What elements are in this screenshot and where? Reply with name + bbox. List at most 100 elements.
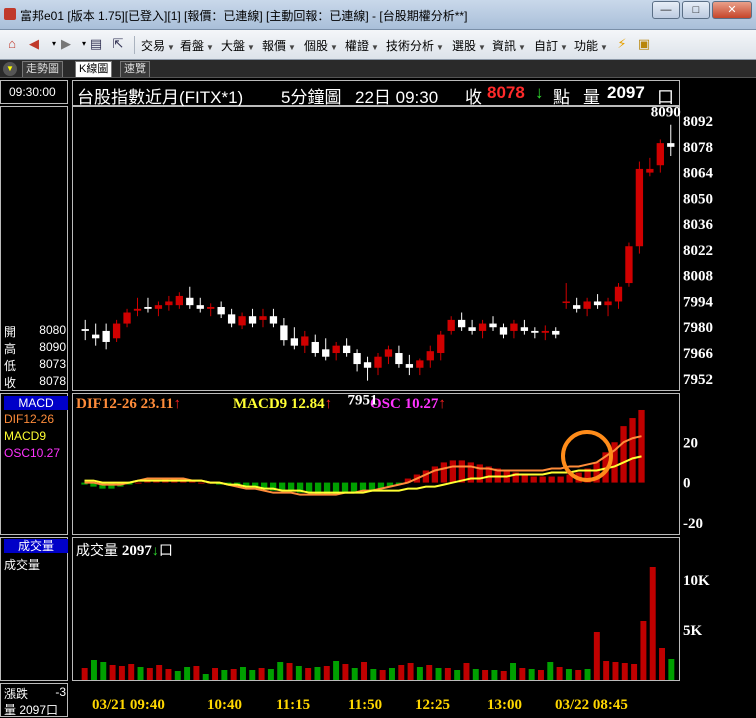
volume-bar (221, 670, 228, 680)
volume-bar (565, 669, 572, 680)
volume-bar (156, 665, 163, 680)
osc-bar (359, 482, 367, 491)
candle-body (280, 325, 288, 341)
time-tick-label: 11:50 (348, 697, 382, 713)
volume-bar (258, 668, 265, 680)
candle-body (290, 338, 299, 346)
volume-bar (230, 669, 237, 680)
candle-body (238, 316, 246, 326)
candle-body (322, 349, 330, 357)
volume-bar (370, 669, 377, 680)
candle-body (625, 246, 633, 284)
volume-bar (379, 670, 386, 680)
volume-bar (239, 667, 246, 680)
candle-body (593, 301, 602, 306)
osc-bar (629, 418, 636, 483)
volume-bar (547, 662, 554, 680)
volume-bar (519, 668, 526, 680)
volume-bar (109, 665, 116, 680)
charts-svg: 8092 8078 8064 8050 8036 8022 8008 7994 7980 7966… (81, 105, 714, 713)
low-annotation: 7951 (348, 393, 378, 409)
candle-body (301, 336, 309, 346)
volume-bar (416, 667, 423, 680)
volume-bar (165, 669, 172, 680)
price-tick-label: 7952 (683, 372, 713, 388)
candle-body (165, 301, 173, 306)
volume-bar (342, 664, 349, 680)
candle-body (395, 353, 403, 365)
volume-bar (100, 662, 107, 680)
volume-bar (128, 664, 135, 680)
price-tick-label: 8022 (683, 243, 713, 259)
volume-bar (295, 666, 302, 680)
candle-body (541, 330, 549, 333)
candle-body (363, 362, 372, 368)
candle-body (437, 334, 445, 354)
macd-tick-label: -20 (683, 516, 703, 532)
price-tick-label: 8078 (683, 140, 713, 156)
osc-bar (539, 476, 546, 483)
time-tick-label: 10:40 (207, 697, 242, 713)
candle-body (92, 334, 100, 339)
volume-bar (556, 667, 563, 680)
candle-body (175, 295, 183, 306)
volume-bar (621, 663, 628, 680)
candle-body (227, 314, 236, 324)
volume-bar (137, 667, 144, 680)
candle-body (489, 323, 497, 328)
candle-body (646, 168, 654, 173)
volume-bar (491, 670, 498, 680)
volume-bar (398, 665, 405, 680)
candle-body (133, 308, 142, 311)
osc-bar (557, 476, 564, 483)
candle-body (342, 345, 351, 354)
volume-bar (267, 669, 274, 680)
candle-body (573, 305, 581, 309)
candle-body (583, 301, 591, 309)
osc-bar (620, 426, 627, 483)
volume-bar (90, 660, 97, 680)
osc-bar (440, 462, 448, 483)
time-tick-label: 03/22 08:45 (555, 697, 628, 713)
candle-body (635, 168, 644, 247)
volume-bar (510, 663, 517, 680)
volume-bar (407, 663, 414, 680)
volume-bar (612, 662, 619, 680)
osc-bar (287, 482, 295, 491)
candle-body (405, 364, 414, 368)
candle-body (520, 327, 529, 331)
macd-tick-label: 20 (683, 435, 698, 451)
volume-bar (528, 669, 535, 680)
volume-bar (323, 666, 330, 680)
candle-body (144, 306, 152, 309)
volume-bar (118, 666, 125, 680)
volume-tick-label: 10K (683, 573, 710, 589)
volume-bar (426, 665, 433, 680)
candle-body (248, 316, 257, 324)
osc-bar (638, 409, 645, 483)
candle-body (426, 351, 434, 361)
volume-bar (212, 668, 219, 680)
time-tick-label: 03/21 09:40 (92, 697, 165, 713)
volume-bar (277, 662, 284, 680)
volume-bar (482, 670, 489, 680)
volume-bar (81, 668, 88, 680)
candle-body (196, 305, 204, 309)
candle-body (259, 316, 267, 320)
volume-bar (193, 666, 200, 680)
volume-bar (146, 668, 153, 680)
volume-bar (305, 668, 312, 680)
volume-tick-label: 5K (683, 623, 703, 639)
candle-body (667, 143, 675, 147)
macd-tick-label: 0 (683, 476, 691, 492)
candle-body (499, 327, 508, 335)
osc-bar (431, 466, 439, 483)
volume-bar (463, 663, 470, 680)
volume-bar (388, 668, 395, 680)
candle-body (416, 360, 424, 368)
price-tick-label: 8092 (683, 114, 713, 130)
candle-body (81, 329, 89, 331)
candle-body (447, 319, 455, 331)
volume-bar (286, 663, 293, 680)
volume-bar (202, 674, 209, 680)
